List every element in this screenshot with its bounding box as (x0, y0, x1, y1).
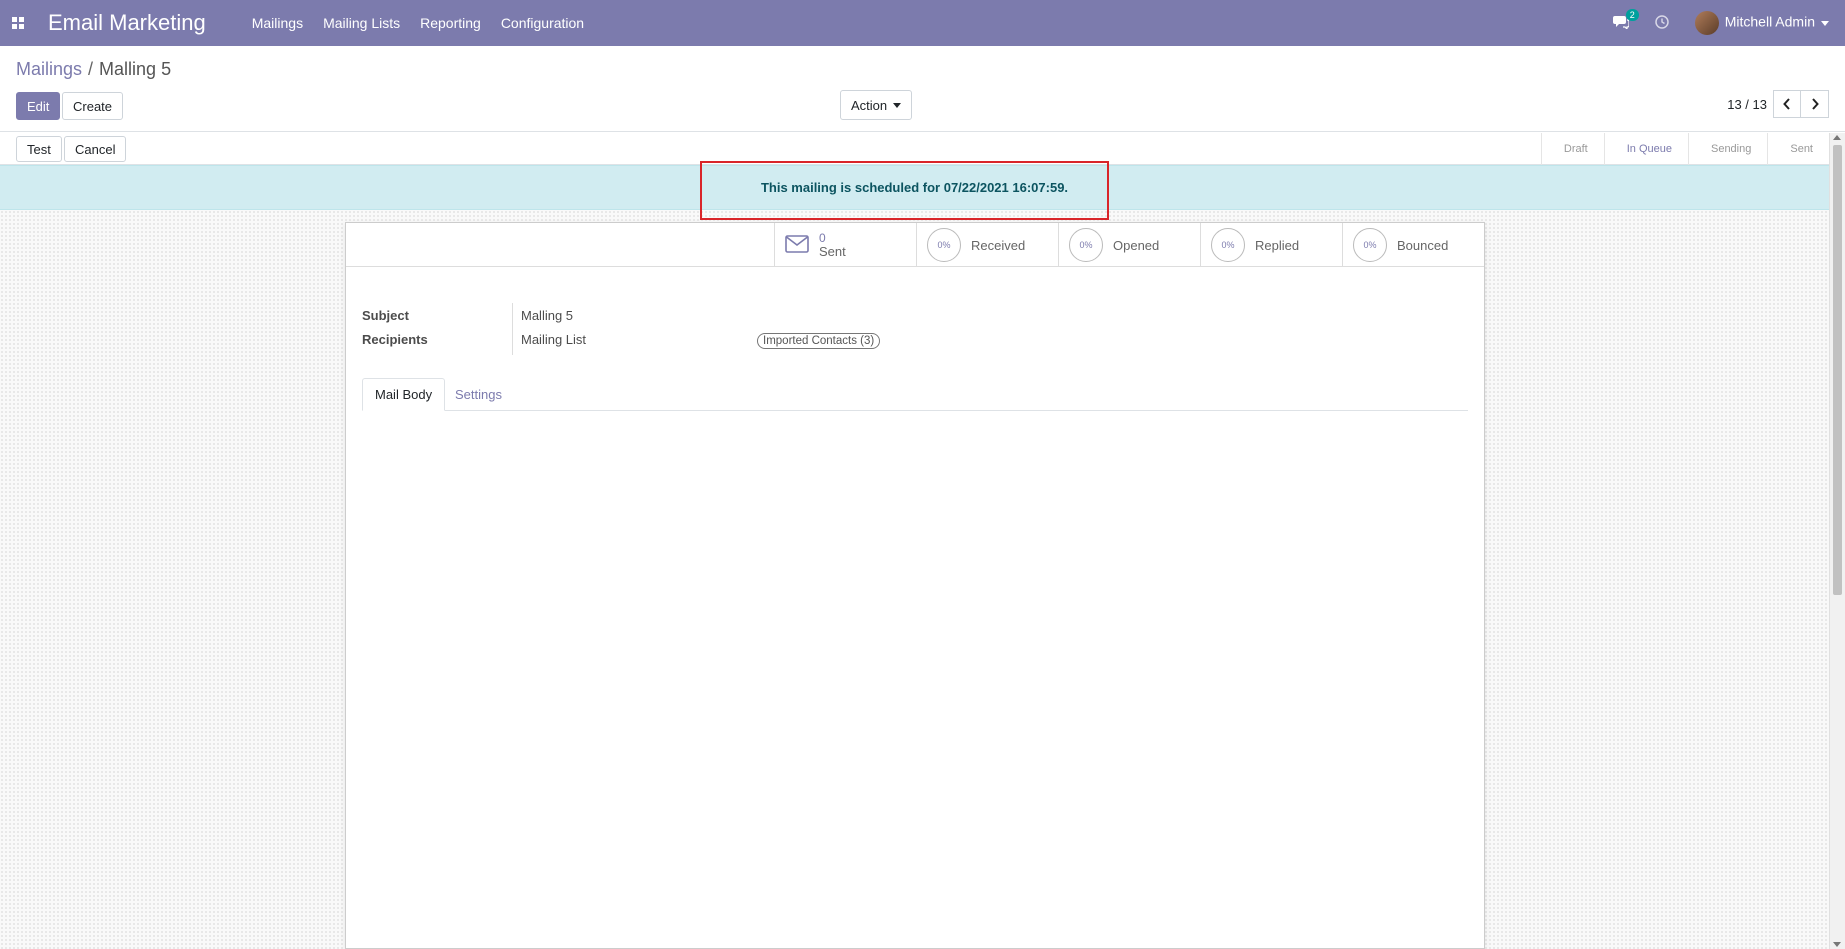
chat-count-badge: 2 (1625, 8, 1639, 21)
scroll-up-arrow-icon[interactable] (1833, 135, 1841, 140)
envelope-icon (785, 234, 809, 256)
action-dropdown[interactable]: Action (840, 90, 913, 120)
received-percent-gauge: 0% (927, 228, 961, 262)
tab-mail-body[interactable]: Mail Body (362, 378, 446, 411)
clock-icon[interactable] (1654, 14, 1669, 32)
stat-opened-label: Opened (1113, 237, 1160, 253)
vertical-scrollbar[interactable] (1829, 133, 1845, 949)
status-steps: Draft In Queue Sending Sent (1540, 133, 1829, 165)
pager-value[interactable]: 13 / 13 (1727, 97, 1767, 112)
stat-replied-label: Replied (1255, 237, 1300, 253)
cancel-button[interactable]: Cancel (64, 136, 127, 162)
action-label: Action (851, 97, 888, 113)
notebook-tabs: Mail Body Settings (362, 378, 1468, 411)
chevron-left-icon (1783, 98, 1790, 110)
menu-mailing-lists[interactable]: Mailing Lists (323, 15, 400, 31)
menu-reporting[interactable]: Reporting (420, 15, 481, 31)
stat-received-button[interactable]: 0% Received (916, 223, 1058, 267)
subject-label: Subject (362, 308, 409, 323)
breadcrumb-separator: / (88, 59, 94, 79)
recipients-label: Recipients (362, 332, 428, 347)
navbar-systray: 2 Mitchell Admin (1612, 0, 1829, 46)
test-button[interactable]: Test (16, 136, 62, 162)
menu-mailings[interactable]: Mailings (252, 15, 303, 31)
stat-received-label: Received (971, 237, 1026, 253)
stat-bounced-button[interactable]: 0% Bounced (1342, 223, 1484, 267)
breadcrumb-mailings-link[interactable]: Mailings (16, 59, 82, 79)
status-step-in-queue[interactable]: In Queue (1603, 133, 1688, 165)
pager-previous-button[interactable] (1773, 90, 1801, 118)
status-step-draft[interactable]: Draft (1540, 133, 1604, 165)
field-divider (512, 303, 513, 355)
stat-sent-label: Sent (819, 243, 846, 259)
menu-configuration[interactable]: Configuration (501, 15, 584, 31)
chevron-down-icon (1821, 20, 1829, 26)
highlight-box (700, 161, 1109, 220)
avatar (1694, 11, 1719, 35)
stat-bounced-label: Bounced (1397, 237, 1449, 253)
bounced-percent-gauge: 0% (1353, 228, 1387, 262)
scroll-down-arrow-icon[interactable] (1833, 942, 1841, 947)
edit-button[interactable]: Edit (16, 92, 61, 120)
pager: 13 / 13 (1727, 90, 1829, 118)
app-title[interactable]: Email Marketing (48, 10, 206, 36)
stat-sent-button[interactable]: 0 Sent (774, 223, 916, 267)
subject-field[interactable]: Malling 5 (521, 308, 573, 323)
replied-percent-gauge: 0% (1211, 228, 1245, 262)
stat-buttons: 0 Sent 0% Received 0% Opened 0% Replied … (346, 223, 1484, 267)
status-step-sending[interactable]: Sending (1687, 133, 1767, 165)
chat-icon[interactable]: 2 (1612, 8, 1639, 32)
create-button[interactable]: Create (62, 92, 124, 120)
mailing-list-tag[interactable]: Imported Contacts (3) (757, 333, 881, 349)
breadcrumb: Mailings / Malling 5 (16, 59, 171, 80)
tab-settings[interactable]: Settings (443, 378, 514, 411)
chevron-down-icon (893, 102, 902, 108)
user-name: Mitchell Admin (1724, 13, 1815, 30)
recipients-field[interactable]: Mailing List (521, 332, 586, 347)
opened-percent-gauge: 0% (1069, 228, 1103, 262)
chevron-right-icon (1811, 98, 1819, 110)
user-menu[interactable]: Mitchell Admin (1694, 11, 1829, 35)
control-panel: Mailings / Malling 5 Edit Create Action 13… (0, 46, 1845, 132)
status-step-sent[interactable]: Sent (1767, 133, 1829, 165)
form-sheet: 0 Sent 0% Received 0% Opened 0% Replied … (345, 222, 1485, 949)
scrollbar-thumb[interactable] (1833, 145, 1842, 595)
stat-sent-count: 0 (819, 230, 826, 245)
apps-grid-icon[interactable] (0, 0, 36, 46)
top-navbar: Email Marketing Mailings Mailing Lists R… (0, 0, 1845, 46)
pager-next-button[interactable] (1801, 90, 1829, 118)
breadcrumb-current: Malling 5 (99, 59, 172, 79)
stat-replied-button[interactable]: 0% Replied (1200, 223, 1342, 267)
stat-opened-button[interactable]: 0% Opened (1058, 223, 1200, 267)
